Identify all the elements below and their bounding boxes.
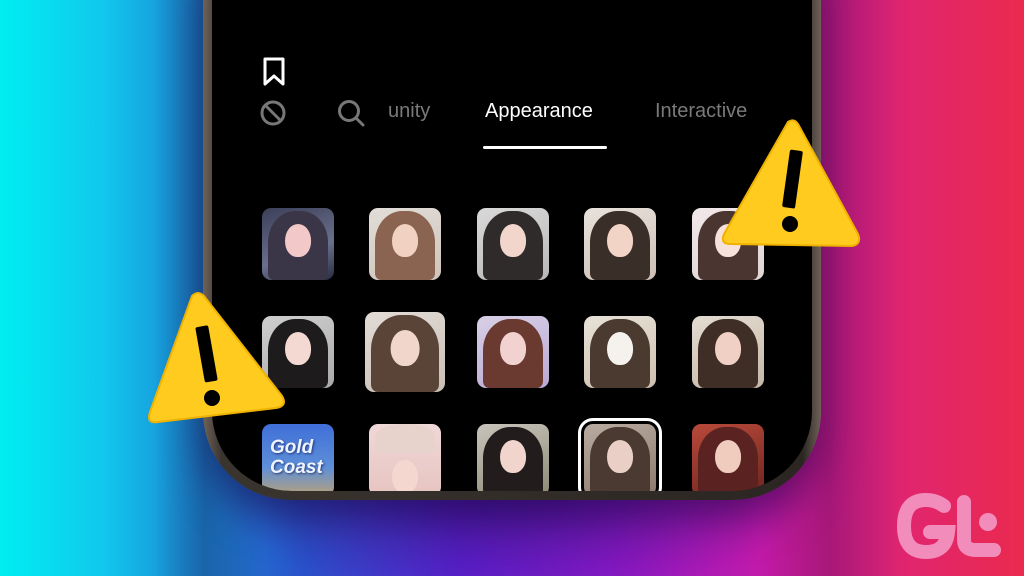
active-tab-indicator [483,146,607,149]
effect-thumbnail[interactable]: Gold Coast [262,424,334,491]
effect-thumbnail[interactable] [584,208,656,280]
no-effect-icon[interactable] [258,98,288,128]
effect-thumbnail[interactable] [369,424,441,491]
tab-community[interactable]: unity [388,100,430,123]
effect-thumbnail[interactable] [369,208,441,280]
effect-thumbnail[interactable] [262,208,334,280]
effect-thumbnail[interactable] [692,316,764,388]
effect-thumbnail[interactable] [477,316,549,388]
effect-thumbnail[interactable] [477,424,549,491]
tab-appearance[interactable]: Appearance [485,100,593,123]
warning-icon-left [148,292,285,424]
effect-thumbnail[interactable] [365,312,445,392]
bookmark-icon[interactable] [262,57,286,87]
warning-icon-right [721,119,861,248]
effect-thumbnail[interactable] [584,316,656,388]
effect-thumbnail[interactable] [692,424,764,491]
brand-logo [896,492,1001,560]
search-icon[interactable] [336,98,366,128]
effect-label: Gold Coast [270,437,323,478]
effect-thumbnail-selected[interactable] [578,418,662,491]
effect-thumbnail[interactable] [477,208,549,280]
